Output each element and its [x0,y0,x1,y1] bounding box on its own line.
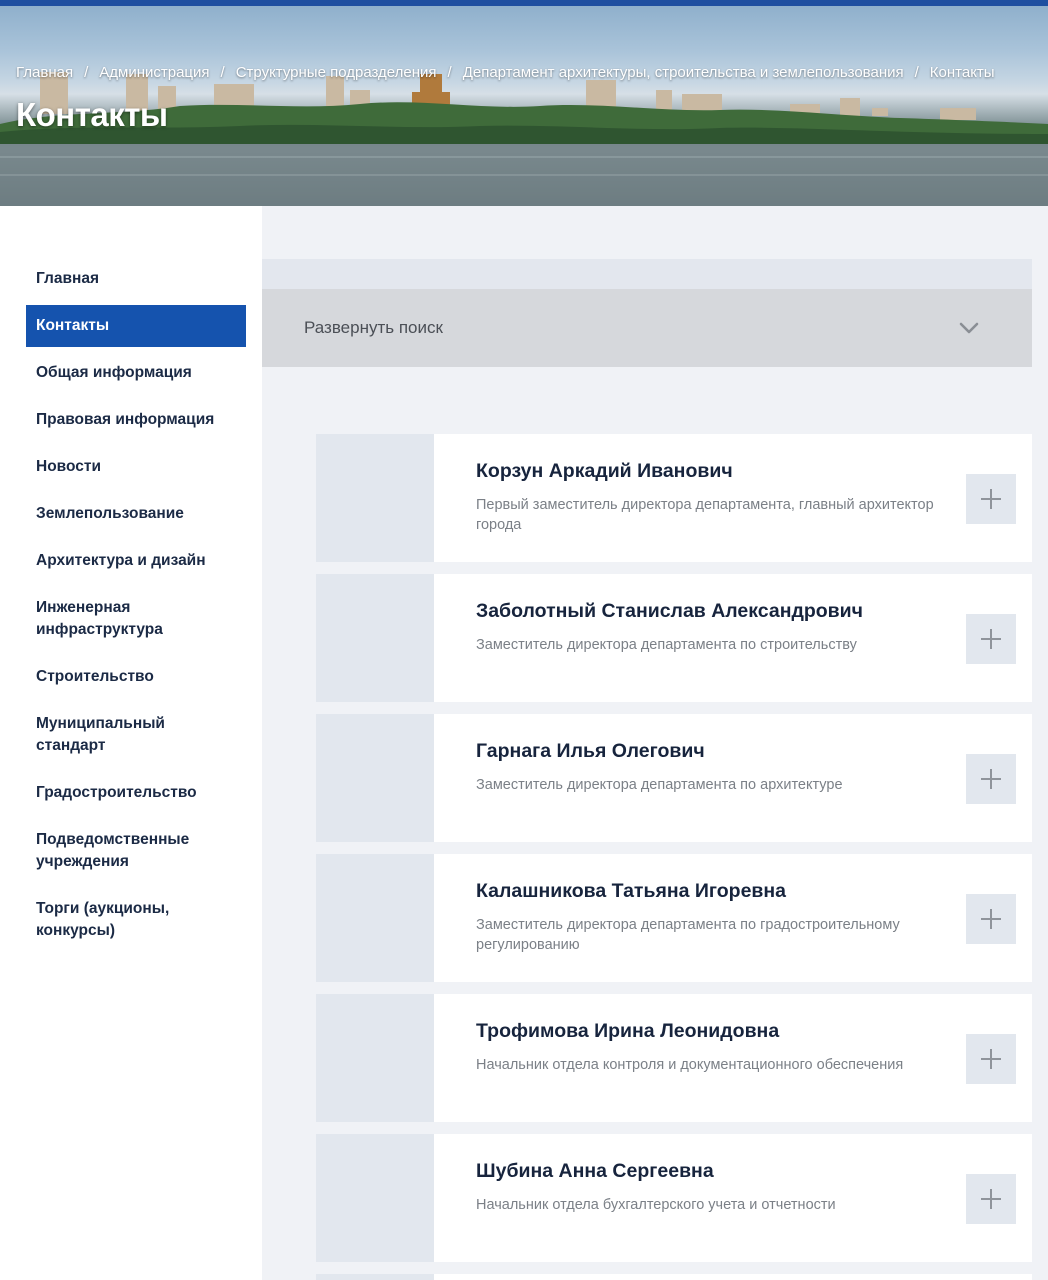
expand-search-label: Развернуть поиск [304,318,443,337]
contact-card: Шубина Анна Сергеевна Начальник отдела бу… [316,1134,1032,1262]
breadcrumb-home[interactable]: Главная [16,64,73,81]
expand-contact-button[interactable] [966,894,1016,944]
sidebar-item[interactable]: Главная [26,258,246,300]
breadcrumb-current: Контакты [929,64,995,81]
breadcrumb: Главная / Администрация / Структурные подраз… [16,64,995,81]
contact-name: Калашникова Татьяна Игоревна [476,880,787,902]
sidebar-item[interactable]: Новости [26,446,246,488]
search-panel-header [262,259,1032,289]
contact-card-partial [316,1274,1032,1280]
expand-search-toggle[interactable]: Развернуть поиск [262,289,1032,367]
breadcrumb-department[interactable]: Департамент архитектуры, строительства и… [463,64,904,81]
contact-card: Гарнага Илья Олегович Заместитель директо… [316,714,1032,842]
sidebar-item[interactable]: Торги (аукционы, конкурсы) [26,888,246,952]
contact-card: Заболотный Станислав Александрович Замест… [316,574,1032,702]
sidebar-item[interactable]: Землепользование [26,493,246,535]
contact-photo-placeholder [316,854,434,982]
contact-photo-placeholder [316,994,434,1122]
breadcrumb-separator: / [220,64,225,81]
hero-banner: Главная / Администрация / Структурные подраз… [0,6,1048,206]
contact-photo-placeholder [316,1134,434,1262]
expand-contact-button[interactable] [966,1174,1016,1224]
breadcrumb-administration[interactable]: Администрация [99,64,209,81]
sidebar-item[interactable]: Общая информация [26,352,246,394]
sidebar-nav: Главная Контакты Общая информация Правовая … [26,258,246,957]
contact-photo-placeholder [316,1274,434,1280]
contact-name: Корзун Аркадий Иванович [476,460,733,482]
contact-position: Начальник отдела контроля и документацио… [476,1057,904,1073]
contact-position: Заместитель директора департамента по ст… [476,637,857,653]
sidebar-item[interactable]: Правовая информация [26,399,246,441]
sidebar-item[interactable]: Подведомственные учреждения [26,819,246,883]
contact-card: Корзун Аркадий Иванович Первый заместител… [316,434,1032,562]
breadcrumb-separator: / [914,64,919,81]
contact-card: Калашникова Татьяна Игоревна Заместитель … [316,854,1032,982]
contact-name: Гарнага Илья Олегович [476,740,705,762]
sidebar-item[interactable]: Муниципальный стандарт [26,703,246,767]
contact-card: Трофимова Ирина Леонидовна Начальник отде… [316,994,1032,1122]
sidebar-item[interactable]: Строительство [26,656,246,698]
sidebar-item[interactable]: Контакты [26,305,246,347]
contact-position: Первый заместитель директора департамент… [476,497,934,533]
expand-contact-button[interactable] [966,1034,1016,1084]
contact-name: Шубина Анна Сергеевна [476,1160,714,1182]
contact-name: Заболотный Станислав Александрович [476,600,863,622]
contact-photo-placeholder [316,574,434,702]
chevron-down-icon [959,322,979,334]
contact-position: Заместитель директора департамента по гр… [476,917,900,953]
breadcrumb-divisions[interactable]: Структурные подразделения [236,64,437,81]
breadcrumb-separator: / [447,64,452,81]
breadcrumb-separator: / [84,64,89,81]
contact-name: Трофимова Ирина Леонидовна [476,1020,780,1042]
sidebar-item[interactable]: Инженерная инфраструктура [26,587,246,651]
contact-position: Заместитель директора департамента по ар… [476,777,843,793]
expand-contact-button[interactable] [966,754,1016,804]
expand-contact-button[interactable] [966,474,1016,524]
contact-position: Начальник отдела бухгалтерского учета и … [476,1197,836,1213]
sidebar: Главная Контакты Общая информация Правовая … [0,206,262,1280]
sidebar-item[interactable]: Архитектура и дизайн [26,540,246,582]
expand-contact-button[interactable] [966,614,1016,664]
page-title: Контакты [16,96,168,133]
contact-photo-placeholder [316,714,434,842]
contact-photo-placeholder [316,434,434,562]
sidebar-item[interactable]: Градостроительство [26,772,246,814]
